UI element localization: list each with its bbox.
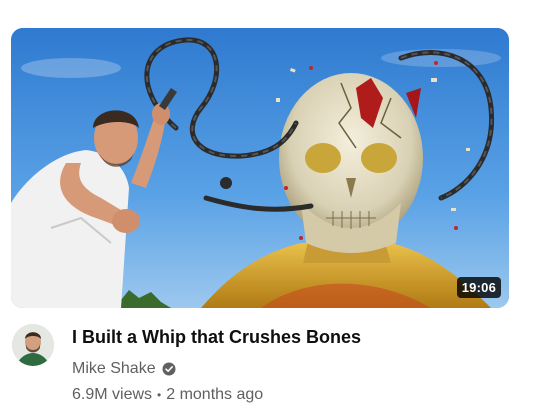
video-stats: 6.9M views • 2 months ago (72, 384, 512, 406)
channel-name[interactable]: Mike Shake (72, 360, 156, 378)
video-title[interactable]: I Built a Whip that Crushes Bones (72, 326, 512, 348)
view-count: 6.9M views (72, 386, 153, 403)
channel-avatar[interactable] (12, 324, 54, 366)
video-duration-badge: 19:06 (456, 277, 501, 298)
video-thumbnail[interactable]: 19:06 (11, 28, 509, 308)
stats-separator: • (157, 388, 162, 402)
upload-age: 2 months ago (166, 386, 264, 403)
video-details: I Built a Whip that Crushes Bones Mike S… (72, 326, 512, 406)
channel-row: Mike Shake (72, 358, 512, 380)
avatar-image (12, 324, 54, 366)
video-card[interactable]: 19:06 I Built a Whip that Crushes Bones … (0, 0, 535, 410)
verified-check-icon (162, 362, 176, 376)
thumbnail-image (11, 28, 509, 308)
